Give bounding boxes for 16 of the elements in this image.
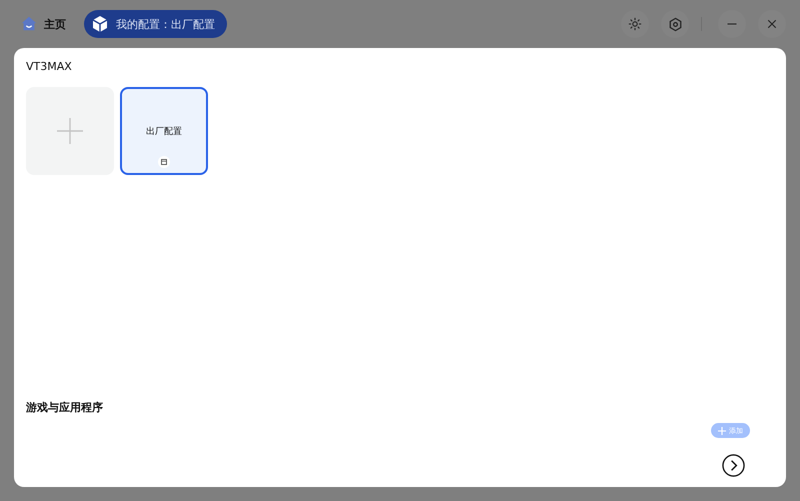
note-icon — [158, 156, 170, 168]
profile-card[interactable]: 出厂配置 — [120, 87, 208, 175]
plus-icon — [718, 426, 726, 434]
section-title: 游戏与应用程序 — [26, 401, 103, 414]
home-tab[interactable]: 主页 — [16, 10, 76, 38]
brightness-button[interactable] — [621, 10, 649, 38]
device-name: VT3MAX — [26, 60, 72, 73]
profile-tab[interactable]: 我的配置：出厂配置 — [84, 10, 227, 38]
cube-icon — [90, 14, 110, 34]
close-button[interactable] — [758, 10, 786, 38]
hexagon-icon — [668, 16, 682, 32]
settings-button[interactable] — [661, 10, 689, 38]
close-icon — [766, 18, 778, 30]
brightness-icon — [628, 17, 642, 31]
plus-icon — [57, 118, 83, 144]
house-icon — [20, 15, 38, 33]
